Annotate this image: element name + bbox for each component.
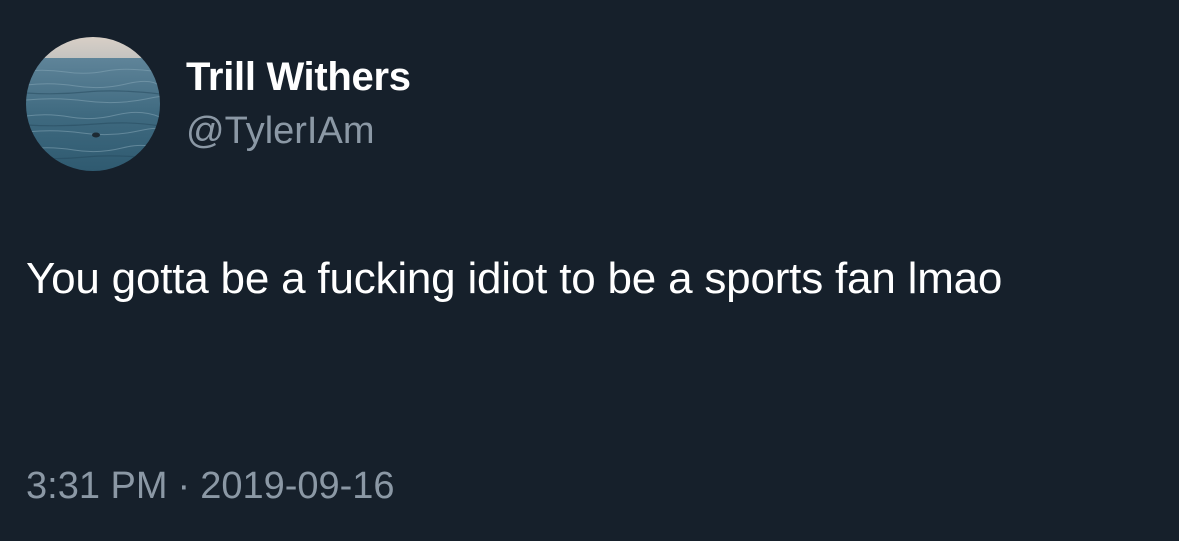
- ocean-photo-icon: [26, 37, 160, 171]
- user-handle[interactable]: @TylerIAm: [186, 108, 374, 154]
- tweet-text: You gotta be a fucking idiot to be a spo…: [26, 254, 1003, 303]
- tweet-time: 3:31 PM: [26, 465, 168, 507]
- tweet-date: 2019-09-16: [200, 465, 395, 507]
- tweet-card: Trill Withers @TylerIAm You gotta be a f…: [0, 0, 1179, 541]
- meta-separator: ·: [177, 465, 191, 507]
- tweet-timestamp[interactable]: 3:31 PM · 2019-09-16: [26, 462, 395, 510]
- avatar[interactable]: [26, 37, 160, 171]
- display-name[interactable]: Trill Withers: [186, 53, 411, 101]
